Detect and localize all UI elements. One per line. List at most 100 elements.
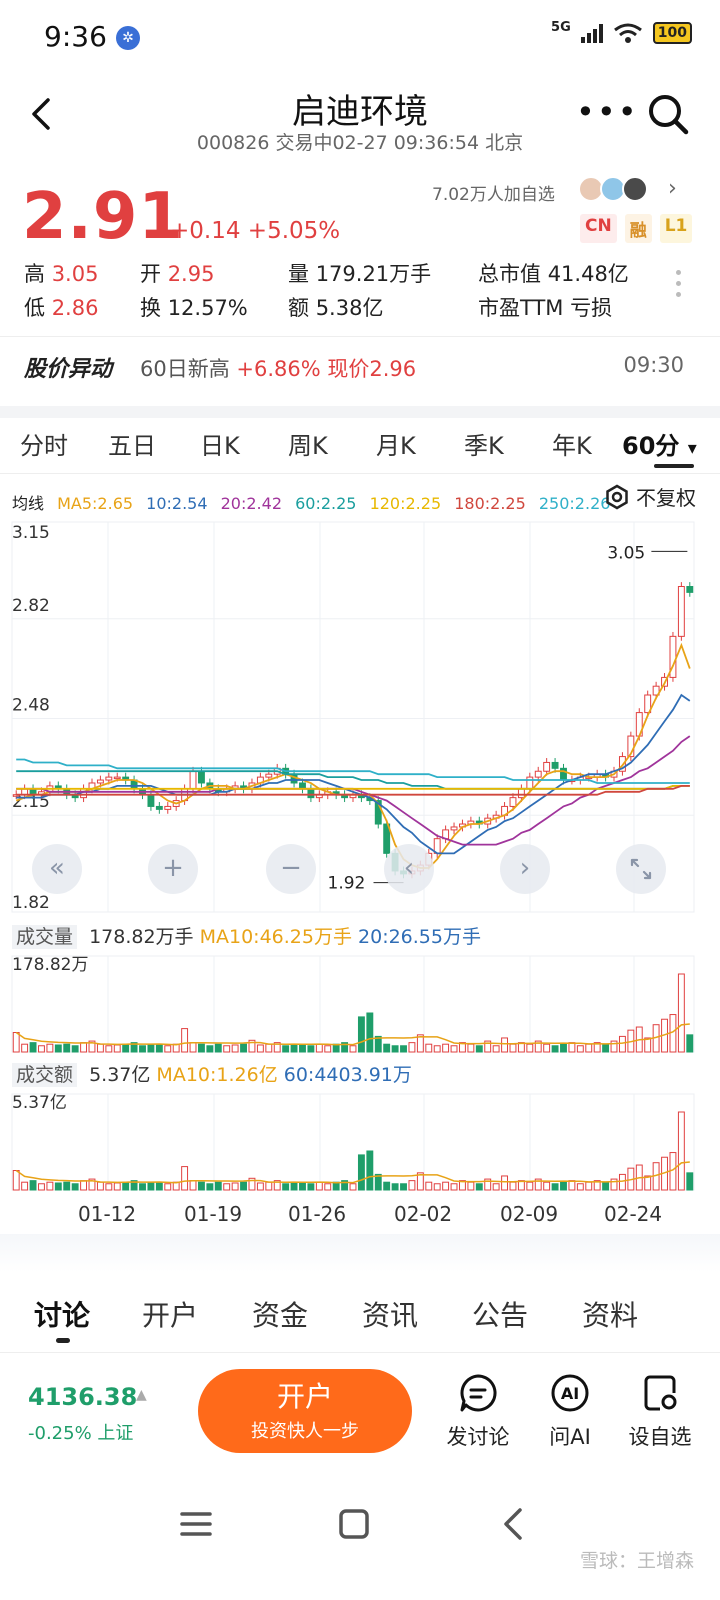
more-button[interactable]: •••	[576, 96, 639, 128]
tab-weekly[interactable]: 周K	[288, 426, 328, 461]
volume-bar	[29, 1042, 37, 1053]
signal-strength-icon	[580, 23, 603, 43]
stat-value: 3.05	[51, 262, 99, 286]
chevron-right-icon[interactable]: ›	[668, 176, 677, 201]
amount-bar	[324, 1183, 332, 1191]
price-alert-banner[interactable]: 股价异动 60日新高 +6.86% 现价2.96 09:30	[0, 336, 720, 386]
tab-monthly[interactable]: 月K	[376, 426, 416, 461]
tab-daily[interactable]: 日K	[200, 426, 240, 461]
volume-bar	[349, 1045, 357, 1053]
tab-discussion[interactable]: 讨论	[34, 1294, 90, 1334]
tab-announcement[interactable]: 公告	[472, 1294, 528, 1334]
volume-bar	[164, 1045, 172, 1053]
amount-panel-frame	[11, 1093, 695, 1191]
amount-bar	[686, 1172, 694, 1191]
amount-bar	[63, 1181, 71, 1191]
amount-bar	[501, 1175, 509, 1191]
volume-bar	[197, 1043, 205, 1053]
volume-bar	[256, 1044, 264, 1053]
tag-margin: 融	[624, 214, 652, 243]
stat-volume: 量 179.21万手	[288, 258, 431, 288]
index-change[interactable]: -0.25% 上证	[28, 1419, 133, 1445]
home-icon[interactable]	[334, 1504, 374, 1544]
volume-bar	[12, 1032, 20, 1053]
volume-bar	[54, 1044, 62, 1053]
open-account-button[interactable]: 开户 投资快人一步	[198, 1369, 412, 1453]
stat-value: 12.57%	[167, 296, 248, 320]
volume-bar	[501, 1037, 509, 1053]
low-annotation-label: 1.92	[328, 874, 366, 894]
amount-bar	[21, 1181, 29, 1191]
ask-ai-button[interactable]: AI 问AI	[530, 1373, 610, 1451]
fullscreen-button[interactable]	[616, 844, 666, 894]
amount-bar	[602, 1181, 610, 1191]
tab-news[interactable]: 资讯	[362, 1294, 418, 1334]
post-discussion-button[interactable]: 发讨论	[438, 1373, 518, 1451]
volume-bar	[467, 1043, 475, 1053]
tab-five-day[interactable]: 五日	[108, 426, 156, 461]
volume-bar	[324, 1045, 332, 1053]
candle-body	[105, 776, 113, 781]
volume-bar	[551, 1045, 559, 1053]
candle-body	[197, 770, 205, 784]
candle-body	[509, 797, 517, 807]
amount-bar	[551, 1183, 559, 1191]
volume-bar	[38, 1045, 45, 1053]
volume-bar	[21, 1043, 29, 1053]
tab-profile[interactable]: 资料	[582, 1294, 638, 1334]
volume-bar	[526, 1043, 534, 1053]
followers-count[interactable]: 7.02万人加自选	[432, 180, 555, 205]
tab-capital[interactable]: 资金	[252, 1294, 308, 1334]
volume-bar	[71, 1045, 79, 1053]
tab-intraday[interactable]: 分时	[20, 426, 68, 461]
amount-bar	[122, 1181, 130, 1191]
back-nav-icon[interactable]	[494, 1504, 534, 1544]
amount-bar	[408, 1180, 416, 1191]
amount-bar	[139, 1183, 146, 1191]
candle-body	[517, 788, 525, 799]
alert-title: 股价异动	[24, 357, 113, 382]
amount-bar	[307, 1183, 315, 1191]
volume-max-label: 178.82万	[12, 955, 88, 975]
tab-60min[interactable]: 60分 ▾	[622, 426, 697, 461]
action-bar: 4136.38 ▲ -0.25% 上证 开户 投资快人一步 发讨论 AI 问AI…	[0, 1352, 720, 1462]
tab-open-account[interactable]: 开户	[142, 1294, 198, 1334]
volume-bar	[155, 1044, 163, 1053]
tab-yearly[interactable]: 年K	[552, 426, 592, 461]
amount-bar	[492, 1183, 500, 1191]
menu-icon[interactable]	[176, 1504, 216, 1544]
candle-body	[551, 761, 559, 769]
amount-bar	[391, 1183, 399, 1191]
tab-quarterly[interactable]: 季K	[464, 426, 504, 461]
follower-avatars[interactable]	[578, 176, 648, 202]
stat-amount: 额 5.38亿	[288, 292, 383, 322]
tag-l1: L1	[659, 214, 693, 243]
scroll-right-button[interactable]: ›	[500, 844, 550, 894]
amount-bar	[357, 1154, 365, 1191]
stat-label: 换	[140, 296, 161, 320]
zoom-in-button[interactable]: +	[148, 844, 198, 894]
scroll-left-button[interactable]: ‹	[384, 844, 434, 894]
volume-bar	[560, 1043, 567, 1053]
search-icon[interactable]	[646, 92, 690, 136]
add-watchlist-button[interactable]: 设自选	[620, 1373, 700, 1451]
volume-bar	[543, 1043, 551, 1053]
kline-chart[interactable]: 3.152.822.482.151.823.051.92178.82万5.37亿	[0, 474, 720, 1234]
scroll-left-fast-button[interactable]: «	[32, 844, 82, 894]
index-value[interactable]: 4136.38	[28, 1383, 137, 1411]
status-time: 9:36	[44, 20, 107, 53]
volume-label[interactable]: 成交量	[12, 925, 78, 949]
volume-bar	[475, 1045, 483, 1053]
stat-value: 179.21万手	[315, 262, 432, 286]
open-account-subtitle: 投资快人一步	[251, 1421, 359, 1442]
zoom-out-button[interactable]: −	[266, 844, 316, 894]
alert-text-highlight: +6.86% 现价2.96	[236, 357, 417, 381]
volume-bar	[677, 973, 685, 1053]
volume-panel-frame	[11, 955, 695, 1053]
amount-label[interactable]: 成交额	[12, 1063, 78, 1087]
amount-bar	[299, 1182, 306, 1191]
tab-60min-label: 60分	[622, 432, 680, 460]
expand-stats-icon[interactable]	[676, 270, 682, 303]
expand-icon	[630, 858, 652, 880]
amount-bar	[677, 1111, 685, 1191]
